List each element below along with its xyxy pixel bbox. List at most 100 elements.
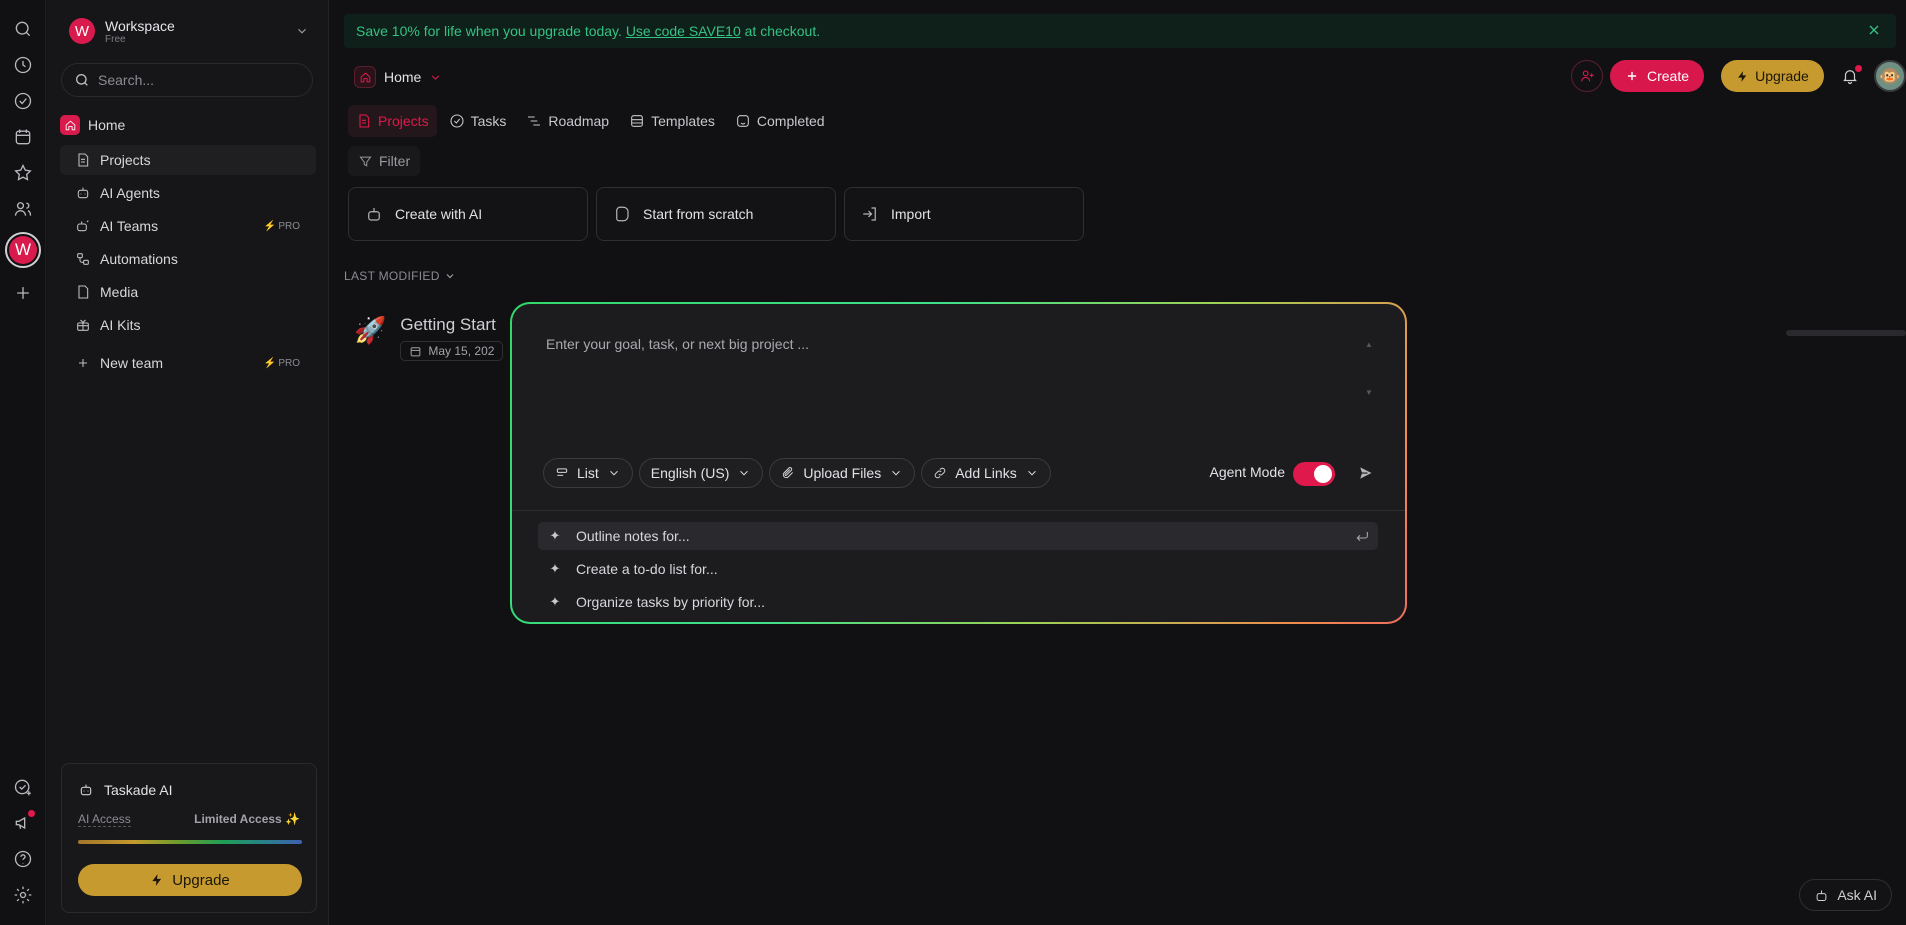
start-from-scratch-card[interactable]: Start from scratch	[596, 187, 836, 241]
tab-label: Templates	[651, 113, 715, 129]
sidebar-item-new-team[interactable]: New team ⚡ PRO	[60, 348, 316, 378]
sidebar-item-home[interactable]: Home	[60, 110, 316, 140]
sidebar-item-ai-agents[interactable]: AI Agents	[60, 178, 316, 208]
tab-templates[interactable]: Templates	[621, 105, 723, 137]
blank-page-icon	[616, 206, 629, 222]
home-icon	[354, 66, 376, 88]
app: W W Workspace Free Home Projects	[0, 0, 1906, 925]
upgrade-label: Upgrade	[172, 871, 230, 889]
settings-gear-icon[interactable]	[10, 882, 36, 908]
sidebar-upgrade-button[interactable]: Upgrade	[78, 864, 302, 896]
kit-icon	[74, 316, 92, 334]
import-icon	[863, 207, 876, 221]
suggestion-label: Create a to-do list for...	[576, 561, 718, 577]
robot-icon	[74, 184, 92, 202]
check-circle-icon[interactable]	[10, 88, 36, 114]
help-icon[interactable]	[10, 846, 36, 872]
sparkle-icon: ✦	[549, 561, 561, 576]
promo-code-link[interactable]: Use code SAVE10	[626, 23, 741, 39]
create-with-ai-card[interactable]: Create with AI	[348, 187, 588, 241]
scroll-up-icon[interactable]: ▲	[1365, 340, 1375, 350]
sidebar-item-media[interactable]: Media	[60, 277, 316, 307]
tab-tasks[interactable]: Tasks	[441, 105, 515, 137]
promo-text-end: at checkout.	[744, 23, 821, 39]
add-workspace-icon[interactable]	[10, 280, 36, 306]
chip-label: English (US)	[650, 465, 730, 481]
scrollbar[interactable]	[1786, 330, 1906, 336]
suggestion-label: Outline notes for...	[576, 528, 690, 544]
suggestion-item[interactable]: ✦ Create a to-do list for...	[538, 555, 1378, 583]
scroll-down-icon[interactable]: ▼	[1365, 388, 1375, 398]
workspace-switcher[interactable]: W	[5, 232, 41, 268]
ai-access-value: Limited Access ✨	[194, 812, 300, 826]
ai-usage-bar	[78, 840, 302, 844]
tab-completed[interactable]: Completed	[727, 105, 833, 137]
ask-ai-label: Ask AI	[1837, 887, 1877, 903]
chevron-down-icon	[1027, 470, 1036, 476]
suggestion-item[interactable]: ✦ Organize tasks by priority for...	[538, 588, 1378, 616]
invite-button[interactable]	[1571, 60, 1603, 92]
pro-badge-label: PRO	[278, 220, 300, 232]
workspace-logo: W	[69, 18, 95, 44]
search-icon[interactable]	[10, 16, 36, 42]
workspace-header[interactable]: W Workspace Free	[69, 14, 319, 48]
header-upgrade-button[interactable]: Upgrade	[1721, 60, 1824, 92]
ai-access-label[interactable]: AI Access	[78, 812, 131, 827]
tab-projects[interactable]: Projects	[348, 105, 437, 137]
suggestion-item[interactable]: ✦ Outline notes for...	[538, 522, 1378, 550]
document-icon	[359, 114, 370, 128]
close-icon[interactable]	[1866, 22, 1882, 38]
automation-icon	[74, 250, 92, 268]
sidebar-search[interactable]	[61, 63, 313, 97]
create-button[interactable]: Create	[1610, 60, 1704, 92]
sidebar-item-label: Media	[100, 284, 139, 300]
chip-label: Add Links	[955, 465, 1017, 481]
add-links-dropdown[interactable]: Add Links	[921, 458, 1051, 488]
sidebar-item-ai-teams[interactable]: AI Teams ⚡ PRO	[60, 211, 316, 241]
star-icon[interactable]	[10, 160, 36, 186]
search-input[interactable]	[98, 72, 298, 88]
sort-dropdown[interactable]: LAST MODIFIED	[344, 269, 456, 283]
language-dropdown[interactable]: English (US)	[638, 458, 764, 488]
filter-button[interactable]: Filter	[348, 146, 421, 176]
import-card[interactable]: Import	[844, 187, 1084, 241]
pro-badge-label: PRO	[278, 357, 300, 369]
upload-files-dropdown[interactable]: Upload Files	[769, 458, 916, 488]
prompt-options: List English (US) Upload Files Add Links	[543, 458, 1051, 488]
workspace-name: Workspace	[105, 17, 175, 34]
send-button[interactable]	[1357, 464, 1377, 484]
people-icon[interactable]	[10, 196, 36, 222]
bolt-icon: ⚡	[263, 220, 277, 232]
sidebar-item-label: Home	[88, 117, 126, 133]
project-row[interactable]: 🚀 Getting Start May 15, 202	[354, 313, 504, 363]
tab-label: Projects	[378, 113, 429, 129]
tab-label: Tasks	[470, 113, 507, 129]
notifications-button[interactable]	[1838, 64, 1862, 88]
format-dropdown[interactable]: List	[543, 458, 633, 488]
robot-icon	[1816, 890, 1827, 901]
clock-icon[interactable]	[10, 52, 36, 78]
tab-roadmap[interactable]: Roadmap	[518, 105, 617, 137]
sparkle-icon: ✦	[549, 528, 561, 543]
goal-input[interactable]	[546, 336, 1326, 352]
card-label: Start from scratch	[643, 206, 754, 222]
sidebar-item-ai-kits[interactable]: AI Kits	[60, 310, 316, 340]
calendar-icon[interactable]	[10, 124, 36, 150]
bolt-icon	[152, 874, 162, 886]
breadcrumb[interactable]: Home	[354, 66, 442, 88]
agent-mode-toggle[interactable]	[1293, 462, 1335, 486]
chevron-down-icon[interactable]	[295, 24, 309, 38]
chip-label: Upload Files	[803, 465, 882, 481]
avatar[interactable]: 🐵	[1874, 60, 1906, 92]
chevron-down-icon	[446, 274, 454, 279]
workspace-initial: W	[9, 236, 37, 264]
add-user-icon	[1581, 70, 1594, 82]
ask-ai-button[interactable]: Ask AI	[1799, 879, 1892, 911]
create-label: Create	[1646, 68, 1690, 84]
add-task-icon[interactable]	[10, 774, 36, 800]
chevron-down-icon	[432, 75, 440, 80]
sidebar-item-automations[interactable]: Automations	[60, 244, 316, 274]
ai-prompt-dialog: ▲ ▼ List English (US) Upload Files	[510, 302, 1407, 624]
chip-label: List	[577, 465, 599, 481]
sidebar-item-projects[interactable]: Projects	[60, 145, 316, 175]
